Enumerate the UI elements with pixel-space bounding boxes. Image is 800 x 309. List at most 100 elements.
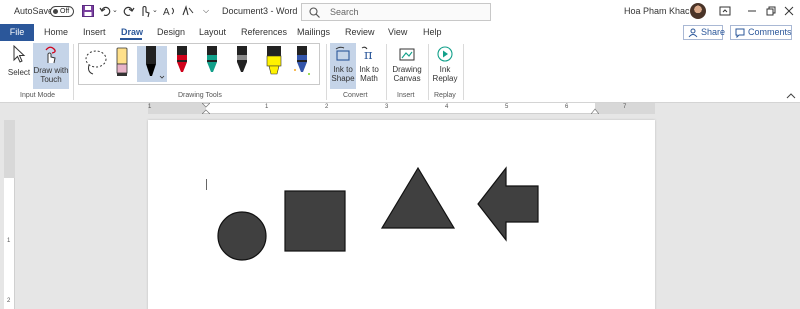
undo-icon[interactable] <box>99 4 113 18</box>
tab-mailings[interactable]: Mailings <box>297 27 330 37</box>
yellow-highlighter-tool[interactable] <box>261 46 287 82</box>
ribbon-display-options-icon[interactable] <box>718 4 732 18</box>
tab-view[interactable]: View <box>388 27 407 37</box>
title-bar: AutoSave Off ⌄ ⌄ A ⌵ Document3 - Word Se… <box>0 0 800 24</box>
document-page[interactable] <box>148 120 655 309</box>
restore-icon[interactable] <box>764 4 778 18</box>
group-separator <box>463 44 464 100</box>
replay-group-label: Replay <box>434 92 456 99</box>
document-title: Document3 - Word <box>222 6 298 16</box>
read-aloud-icon[interactable]: A <box>163 4 177 18</box>
black-pen-tool[interactable] <box>137 46 167 82</box>
pencil-eraser-tool[interactable] <box>111 46 133 82</box>
triangle-shape[interactable] <box>380 166 456 230</box>
ink-replay-button[interactable]: Ink Replay <box>431 43 459 89</box>
select-label: Select <box>7 68 31 77</box>
search-icon <box>309 7 320 18</box>
canvas-label-1: Drawing <box>392 65 422 74</box>
lasso-select-tool[interactable] <box>83 46 109 82</box>
galaxy-pen-icon <box>294 46 310 75</box>
tab-help[interactable]: Help <box>423 27 442 37</box>
ink-math-label-1: Ink to <box>359 65 379 74</box>
ruler-number: 2 <box>325 104 329 110</box>
red-pen-icon <box>177 46 187 72</box>
eraser-icon <box>116 47 128 76</box>
svg-text:A: A <box>163 7 170 18</box>
right-indent-marker-icon[interactable] <box>591 107 599 114</box>
search-box[interactable]: Search <box>301 3 491 21</box>
tab-design[interactable]: Design <box>157 27 185 37</box>
drawing-tools-gallery <box>78 43 320 85</box>
ruler-number: 3 <box>385 104 389 110</box>
tab-review[interactable]: Review <box>345 27 375 37</box>
undo-dropdown-icon[interactable]: ⌄ <box>112 6 118 14</box>
dark-pen-tool[interactable] <box>231 46 253 82</box>
ink-math-icon: π <box>361 46 373 63</box>
autosave-label: AutoSave <box>14 6 54 16</box>
drawing-canvas-icon <box>399 48 415 61</box>
horizontal-ruler[interactable]: 1 1 2 3 4 5 6 7 <box>148 103 655 114</box>
comments-button[interactable]: Comments <box>730 25 792 40</box>
vertical-ruler[interactable]: 1 2 <box>4 120 15 309</box>
convert-group-label: Convert <box>343 92 368 99</box>
close-icon[interactable] <box>782 4 796 18</box>
ink-shape-label-1: Ink to <box>333 65 353 74</box>
tab-layout[interactable]: Layout <box>199 27 226 37</box>
red-pen-tool[interactable] <box>171 46 193 82</box>
drawing-canvas-button[interactable]: Drawing Canvas <box>390 43 424 89</box>
autosave-toggle[interactable]: Off <box>50 6 74 17</box>
collapse-ribbon-icon[interactable] <box>786 92 796 100</box>
ribbon-tabs: File Home Insert Draw Design Layout Refe… <box>0 24 800 41</box>
ink-shape-label-2: Shape <box>331 74 355 83</box>
tab-references[interactable]: References <box>241 27 287 37</box>
select-button[interactable]: Select <box>6 43 32 89</box>
square-shape[interactable] <box>284 190 346 252</box>
ruler-left-margin <box>148 103 206 114</box>
tab-insert[interactable]: Insert <box>83 27 106 37</box>
draw-touch-icon <box>45 46 56 64</box>
ink-to-math-button[interactable]: π Ink to Math <box>357 43 381 89</box>
redo-icon[interactable] <box>121 4 135 18</box>
ruler-number: 5 <box>505 104 509 110</box>
search-placeholder: Search <box>330 7 359 17</box>
document-area[interactable]: 1 1 2 3 4 5 6 7 1 2 <box>0 103 800 309</box>
circle-shape[interactable] <box>216 210 268 262</box>
touch-mode-icon[interactable] <box>138 4 152 18</box>
input-mode-group-label: Input Mode <box>20 92 56 99</box>
svg-text:π: π <box>364 48 373 63</box>
save-icon[interactable] <box>81 4 95 18</box>
vertical-ruler-number: 2 <box>7 298 11 304</box>
insert-group-label: Insert <box>397 92 415 99</box>
dark-pen-icon <box>237 46 247 72</box>
customize-qat-icon[interactable]: ⌵ <box>203 6 209 16</box>
ink-equation-icon[interactable] <box>181 4 195 18</box>
highlighter-icon <box>266 46 282 75</box>
avatar[interactable] <box>690 3 706 19</box>
canvas-label-2: Canvas <box>393 74 421 83</box>
indent-marker-icon[interactable] <box>202 103 210 114</box>
touch-dropdown-icon[interactable]: ⌄ <box>152 6 158 14</box>
draw-touch-label-2: Touch <box>40 75 62 84</box>
share-label: Share <box>701 27 726 37</box>
replay-label-2: Replay <box>432 74 458 83</box>
group-separator <box>73 44 74 100</box>
comment-icon <box>735 28 745 38</box>
galaxy-pen-tool[interactable] <box>291 46 313 82</box>
tab-draw[interactable]: Draw <box>121 27 143 37</box>
user-name[interactable]: Hoa Pham Khac <box>624 6 690 16</box>
ink-to-shape-button[interactable]: Ink to Shape <box>330 43 356 89</box>
draw-touch-label-1: Draw with <box>33 66 69 75</box>
teal-pen-icon <box>207 46 217 72</box>
ink-math-label-2: Math <box>360 74 378 83</box>
left-arrow-shape[interactable] <box>476 166 540 242</box>
ruler-number: 4 <box>445 104 449 110</box>
share-button[interactable]: Share <box>683 25 726 40</box>
black-pen-icon <box>146 46 165 79</box>
draw-with-touch-button[interactable]: Draw with Touch <box>33 43 69 89</box>
group-separator <box>428 44 429 100</box>
teal-pen-tool[interactable] <box>201 46 223 82</box>
tab-file[interactable]: File <box>0 24 34 41</box>
tab-home[interactable]: Home <box>44 27 68 37</box>
ribbon: Select Draw with Touch Input Mode Drawin… <box>0 41 800 103</box>
minimize-icon[interactable] <box>745 4 759 18</box>
